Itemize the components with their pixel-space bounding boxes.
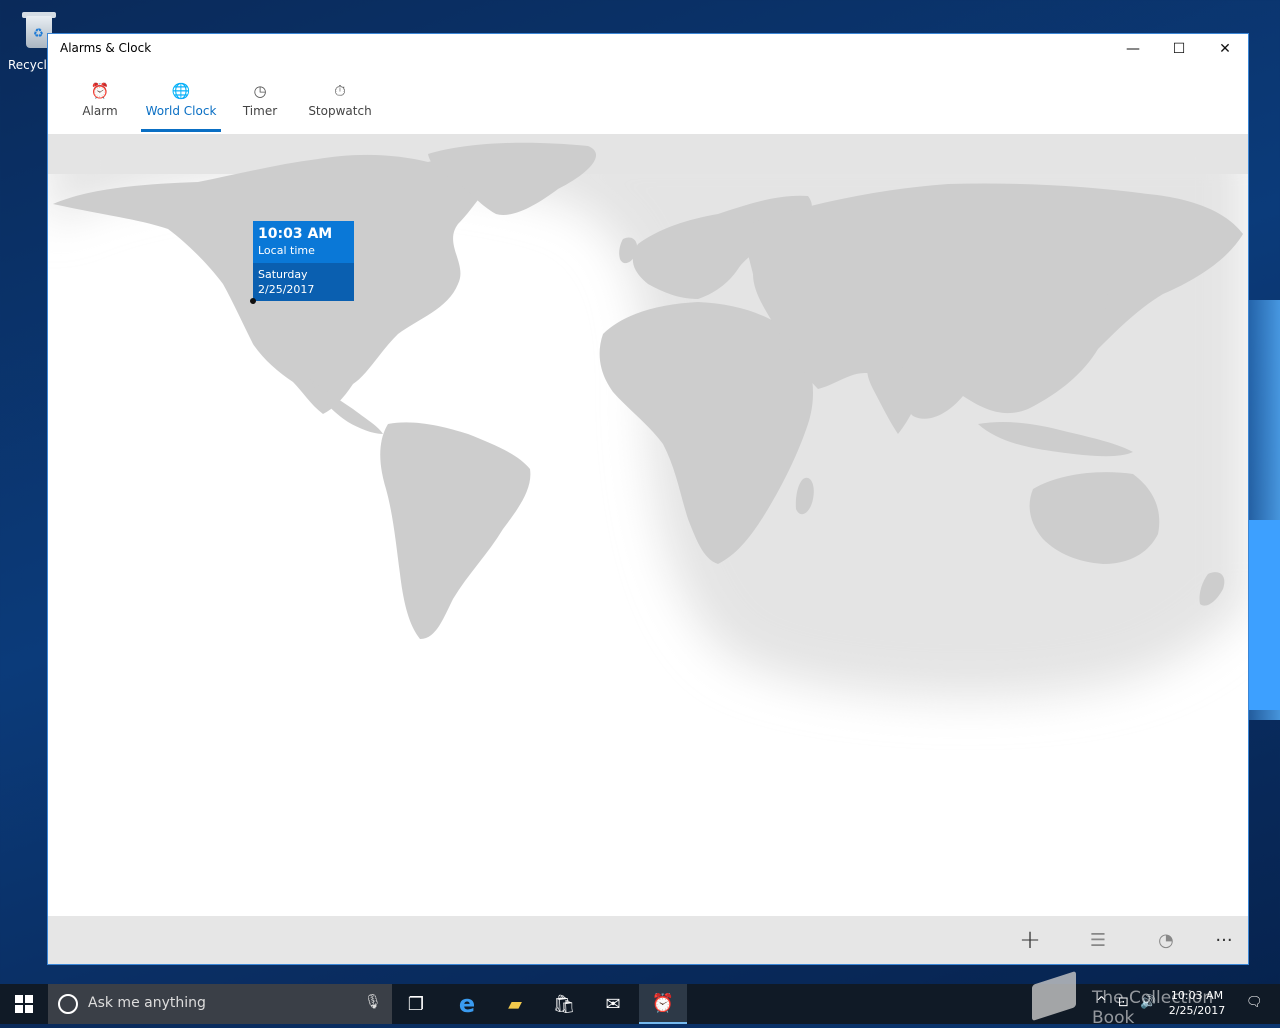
select-button[interactable]: ☰: [1078, 924, 1118, 956]
title-bar[interactable]: Alarms & Clock — ☐ ✕: [48, 34, 1248, 64]
watermark: The Collection Book: [1030, 970, 1260, 1028]
command-bar: + ☰ ◔ ···: [48, 916, 1248, 964]
cortana-icon: [58, 994, 78, 1014]
edge-icon: e: [458, 990, 476, 1018]
task-view-button[interactable]: ❐: [392, 984, 440, 1024]
location-date: 2/25/2017: [258, 283, 315, 296]
location-date-block: Saturday 2/25/2017: [253, 263, 354, 301]
start-button[interactable]: [0, 984, 48, 1024]
alarm-clock-icon: ⏰: [90, 82, 110, 100]
location-label: Local time: [258, 244, 315, 257]
mail-icon: ✉: [605, 993, 621, 1015]
stopwatch-icon: ⏱: [334, 82, 346, 100]
tab-stopwatch[interactable]: ⏱ Stopwatch: [308, 70, 372, 132]
tab-world-clock[interactable]: 🌐 World Clock: [141, 70, 221, 132]
maximize-button[interactable]: ☐: [1156, 34, 1202, 64]
location-time-card[interactable]: 10:03 AM Local time Saturday 2/25/2017: [253, 221, 354, 301]
windows-logo-icon: [15, 995, 33, 1013]
alarms-clock-taskbar-button[interactable]: ⏰: [639, 984, 687, 1024]
minimize-button[interactable]: —: [1110, 34, 1156, 64]
store-icon: 🛍: [552, 993, 576, 1015]
mail-button[interactable]: ✉: [589, 984, 637, 1024]
compare-icon: ◔: [1158, 929, 1174, 951]
location-pin-icon[interactable]: [250, 298, 256, 304]
globe-clock-icon: 🌐: [171, 82, 191, 100]
watermark-text: The Collection Book: [1092, 988, 1214, 1028]
folder-icon: ▰: [508, 993, 522, 1015]
world-map[interactable]: [48, 134, 1248, 916]
more-icon: ···: [1215, 929, 1233, 951]
alarm-clock-icon: ⏰: [651, 992, 675, 1014]
search-box[interactable]: Ask me anything 🎙: [48, 984, 392, 1024]
tab-stopwatch-label: Stopwatch: [308, 104, 372, 118]
tab-timer[interactable]: ◷ Timer: [240, 70, 280, 132]
tab-timer-label: Timer: [242, 104, 278, 118]
alarms-clock-window: Alarms & Clock — ☐ ✕ ⏰ Alarm 🌐 World Clo…: [47, 33, 1249, 965]
active-tab-indicator: [141, 129, 221, 132]
world-map-graphic: [48, 134, 1248, 698]
tab-alarm-label: Alarm: [82, 104, 118, 118]
tab-alarm[interactable]: ⏰ Alarm: [78, 70, 122, 132]
tab-world-clock-label: World Clock: [145, 104, 217, 118]
location-time: 10:03 AM: [258, 226, 333, 242]
task-view-icon: ❐: [407, 993, 425, 1015]
book-icon: [1032, 970, 1076, 1022]
timer-icon: ◷: [253, 82, 267, 100]
close-button[interactable]: ✕: [1202, 34, 1248, 64]
location-time-header: 10:03 AM Local time: [253, 221, 354, 263]
add-icon: +: [1019, 925, 1041, 955]
compare-button[interactable]: ◔: [1146, 924, 1186, 956]
add-button[interactable]: +: [1010, 924, 1050, 956]
file-explorer-button[interactable]: ▰: [491, 984, 539, 1024]
search-placeholder: Ask me anything: [88, 995, 206, 1011]
microphone-icon[interactable]: 🎙: [364, 994, 382, 1010]
window-title: Alarms & Clock: [60, 41, 152, 55]
location-day: Saturday: [258, 268, 308, 281]
select-list-icon: ☰: [1089, 929, 1107, 951]
edge-button[interactable]: e: [443, 984, 491, 1024]
more-button[interactable]: ···: [1204, 924, 1244, 956]
store-button[interactable]: 🛍: [540, 984, 588, 1024]
desktop-wallpaper-glow-lower: [1248, 520, 1280, 710]
tab-bar: ⏰ Alarm 🌐 World Clock ◷ Timer ⏱ Stopwatc…: [48, 70, 1248, 132]
